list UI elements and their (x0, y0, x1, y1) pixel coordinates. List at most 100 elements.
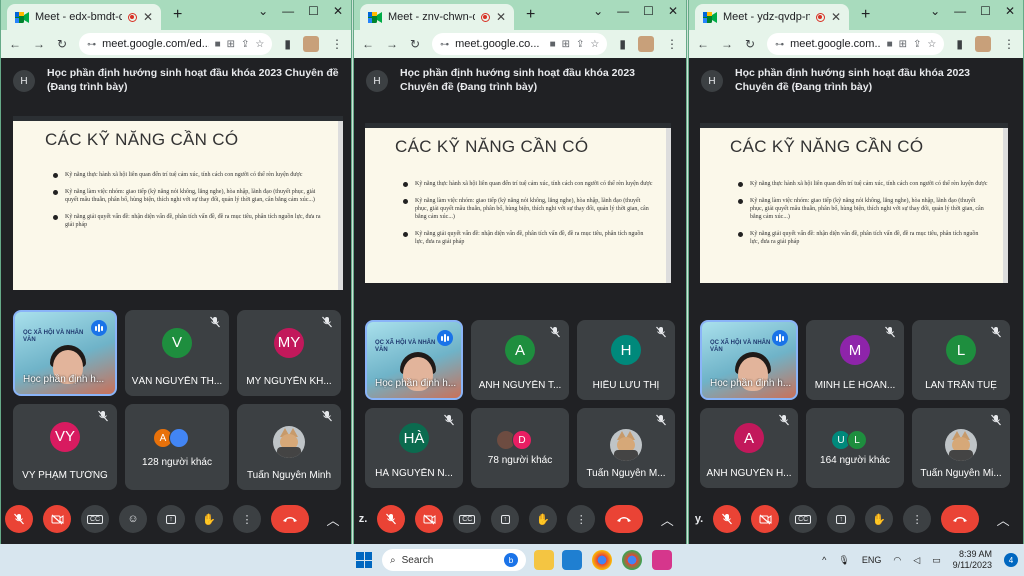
expand-button[interactable]: ︿ (989, 505, 1017, 533)
close-tab-icon[interactable]: ✕ (143, 10, 153, 24)
participant-tile[interactable]: MY MY NGUYỄN KH... (237, 310, 341, 396)
present-button[interactable]: ↑ (827, 505, 856, 533)
participant-tile[interactable]: A ANH NGUYỄN H... (700, 408, 798, 488)
present-button[interactable]: ↑ (491, 505, 520, 533)
close-window-icon[interactable]: ✕ (668, 4, 678, 18)
self-tile[interactable]: Tuấn Nguyễn Minh (237, 404, 341, 490)
slide-scrollbar[interactable] (338, 121, 343, 290)
raise-hand-button[interactable]: ✋ (195, 505, 223, 533)
slide-scrollbar[interactable] (1003, 128, 1008, 283)
participant-tile[interactable]: VY VY PHẠM TƯỜNG (13, 404, 117, 490)
translate-icon[interactable]: ⊞ (227, 39, 235, 50)
presenter-tile[interactable]: ỌC XÃ HỘI VÀ NHÂN VĂN Học phần định h... (13, 310, 117, 396)
translate-icon[interactable]: ⊞ (899, 39, 907, 50)
file-explorer-icon[interactable] (534, 550, 554, 570)
battery-icon[interactable]: ▭ (932, 555, 941, 566)
bookmark-icon[interactable]: ☆ (255, 39, 264, 50)
more-options-button[interactable]: ⋮ (233, 505, 261, 533)
profile-avatar-icon[interactable] (303, 36, 319, 52)
presenter-tile[interactable]: ỌC XÃ HỘI VÀ NHÂN VĂN Học phần định h... (700, 320, 798, 400)
app-icon[interactable] (652, 550, 672, 570)
close-window-icon[interactable]: ✕ (333, 4, 343, 18)
leave-call-button[interactable] (605, 505, 644, 533)
maximize-icon[interactable]: ☐ (308, 4, 319, 18)
maximize-icon[interactable]: ☐ (980, 4, 991, 18)
close-tab-icon[interactable]: ✕ (831, 10, 841, 24)
reload-icon[interactable]: ↻ (745, 37, 755, 51)
browser-tab[interactable]: Meet - ydz-qvdp-nqi ✕ (695, 4, 849, 30)
participant-tile[interactable]: V VÂN NGUYỄN TH... (125, 310, 229, 396)
chevron-down-icon[interactable]: ⌄ (930, 4, 940, 18)
mic-toggle-button[interactable] (5, 505, 33, 533)
forward-icon[interactable]: → (33, 37, 45, 51)
chevron-down-icon[interactable]: ⌄ (593, 4, 603, 18)
bookmark-icon[interactable]: ☆ (927, 39, 936, 50)
minimize-icon[interactable]: — (282, 4, 294, 18)
expand-button[interactable]: ︿ (319, 505, 347, 533)
slide-scrollbar[interactable] (666, 128, 671, 283)
more-options-button[interactable]: ⋮ (567, 505, 596, 533)
share-icon[interactable]: ⇪ (576, 39, 584, 50)
camera-toggle-button[interactable] (751, 505, 780, 533)
present-button[interactable]: ↑ (157, 505, 185, 533)
minimize-icon[interactable]: — (617, 4, 629, 18)
share-icon[interactable]: ⇪ (913, 39, 921, 50)
close-tab-icon[interactable]: ✕ (496, 10, 506, 24)
address-bar[interactable]: ⊶ meet.google.com... ■ ⊞ ⇪ ☆ (767, 33, 945, 55)
profile-avatar-icon[interactable] (975, 36, 991, 52)
translate-icon[interactable]: ⊞ (562, 39, 570, 50)
participant-tile[interactable]: H HIẾU LƯU THỊ (577, 320, 675, 400)
back-icon[interactable]: ← (9, 37, 21, 51)
expand-button[interactable]: ︿ (653, 505, 681, 533)
maximize-icon[interactable]: ☐ (643, 4, 654, 18)
close-window-icon[interactable]: ✕ (1005, 4, 1015, 18)
raise-hand-button[interactable]: ✋ (865, 505, 894, 533)
forward-icon[interactable]: → (721, 37, 733, 51)
participant-tile[interactable]: A ANH NGUYỄN T... (471, 320, 569, 400)
captions-button[interactable]: CC (453, 505, 482, 533)
site-info-icon[interactable]: ⊶ (440, 39, 449, 50)
back-icon[interactable]: ← (697, 37, 709, 51)
presenter-tile[interactable]: ỌC XÃ HỘI VÀ NHÂN VĂN Học phần định h... (365, 320, 463, 400)
participant-tile[interactable]: M MINH LÊ HOÀN... (806, 320, 904, 400)
self-tile[interactable]: Tuấn Nguyễn M... (577, 408, 675, 488)
language-indicator[interactable]: ENG (862, 555, 882, 565)
camera-toggle-button[interactable] (43, 505, 71, 533)
clock[interactable]: 8:39 AM 9/11/2023 (953, 549, 992, 571)
self-tile[interactable]: Tuấn Nguyễn Mi... (912, 408, 1010, 488)
browser-tab[interactable]: Meet - znv-chwn-dde ✕ (360, 4, 514, 30)
site-info-icon[interactable]: ⊶ (775, 39, 784, 50)
address-bar[interactable]: ⊶ meet.google.co... ■ ⊞ ⇪ ☆ (432, 33, 608, 55)
participant-tile[interactable]: L LAN TRẦN TUỆ (912, 320, 1010, 400)
camera-indicator-icon[interactable]: ■ (887, 39, 893, 50)
share-icon[interactable]: ⇪ (241, 39, 249, 50)
captions-button[interactable]: CC (81, 505, 109, 533)
menu-icon[interactable]: ⋮ (331, 37, 343, 51)
notification-badge[interactable]: 4 (1004, 553, 1018, 567)
reactions-button[interactable]: ☺ (119, 505, 147, 533)
mic-toggle-button[interactable] (713, 505, 742, 533)
others-tile[interactable]: A 128 người khác (125, 404, 229, 490)
volume-icon[interactable]: ◁ (913, 555, 920, 566)
leave-call-button[interactable] (941, 505, 980, 533)
wifi-icon[interactable]: ◠ (893, 555, 901, 566)
taskbar-search[interactable]: ⌕ Search b (382, 549, 526, 571)
camera-toggle-button[interactable] (415, 505, 444, 533)
leave-call-button[interactable] (271, 505, 309, 533)
microphone-icon[interactable]: 🎙 (838, 555, 849, 566)
forward-icon[interactable]: → (386, 37, 398, 51)
bookmark-icon[interactable]: ☆ (590, 39, 599, 50)
camera-indicator-icon[interactable]: ■ (215, 39, 221, 50)
chrome-active-icon[interactable] (622, 550, 642, 570)
reload-icon[interactable]: ↻ (410, 37, 420, 51)
address-bar[interactable]: ⊶ meet.google.com/ed... ■ ⊞ ⇪ ☆ (79, 33, 273, 55)
bing-icon[interactable]: b (504, 553, 518, 567)
minimize-icon[interactable]: — (954, 4, 966, 18)
others-tile[interactable]: D 78 người khác (471, 408, 569, 488)
menu-icon[interactable]: ⋮ (1003, 37, 1015, 51)
chevron-down-icon[interactable]: ⌄ (258, 4, 268, 18)
reload-icon[interactable]: ↻ (57, 37, 67, 51)
start-button[interactable] (356, 552, 372, 568)
menu-icon[interactable]: ⋮ (666, 37, 678, 51)
chrome-icon[interactable] (592, 550, 612, 570)
